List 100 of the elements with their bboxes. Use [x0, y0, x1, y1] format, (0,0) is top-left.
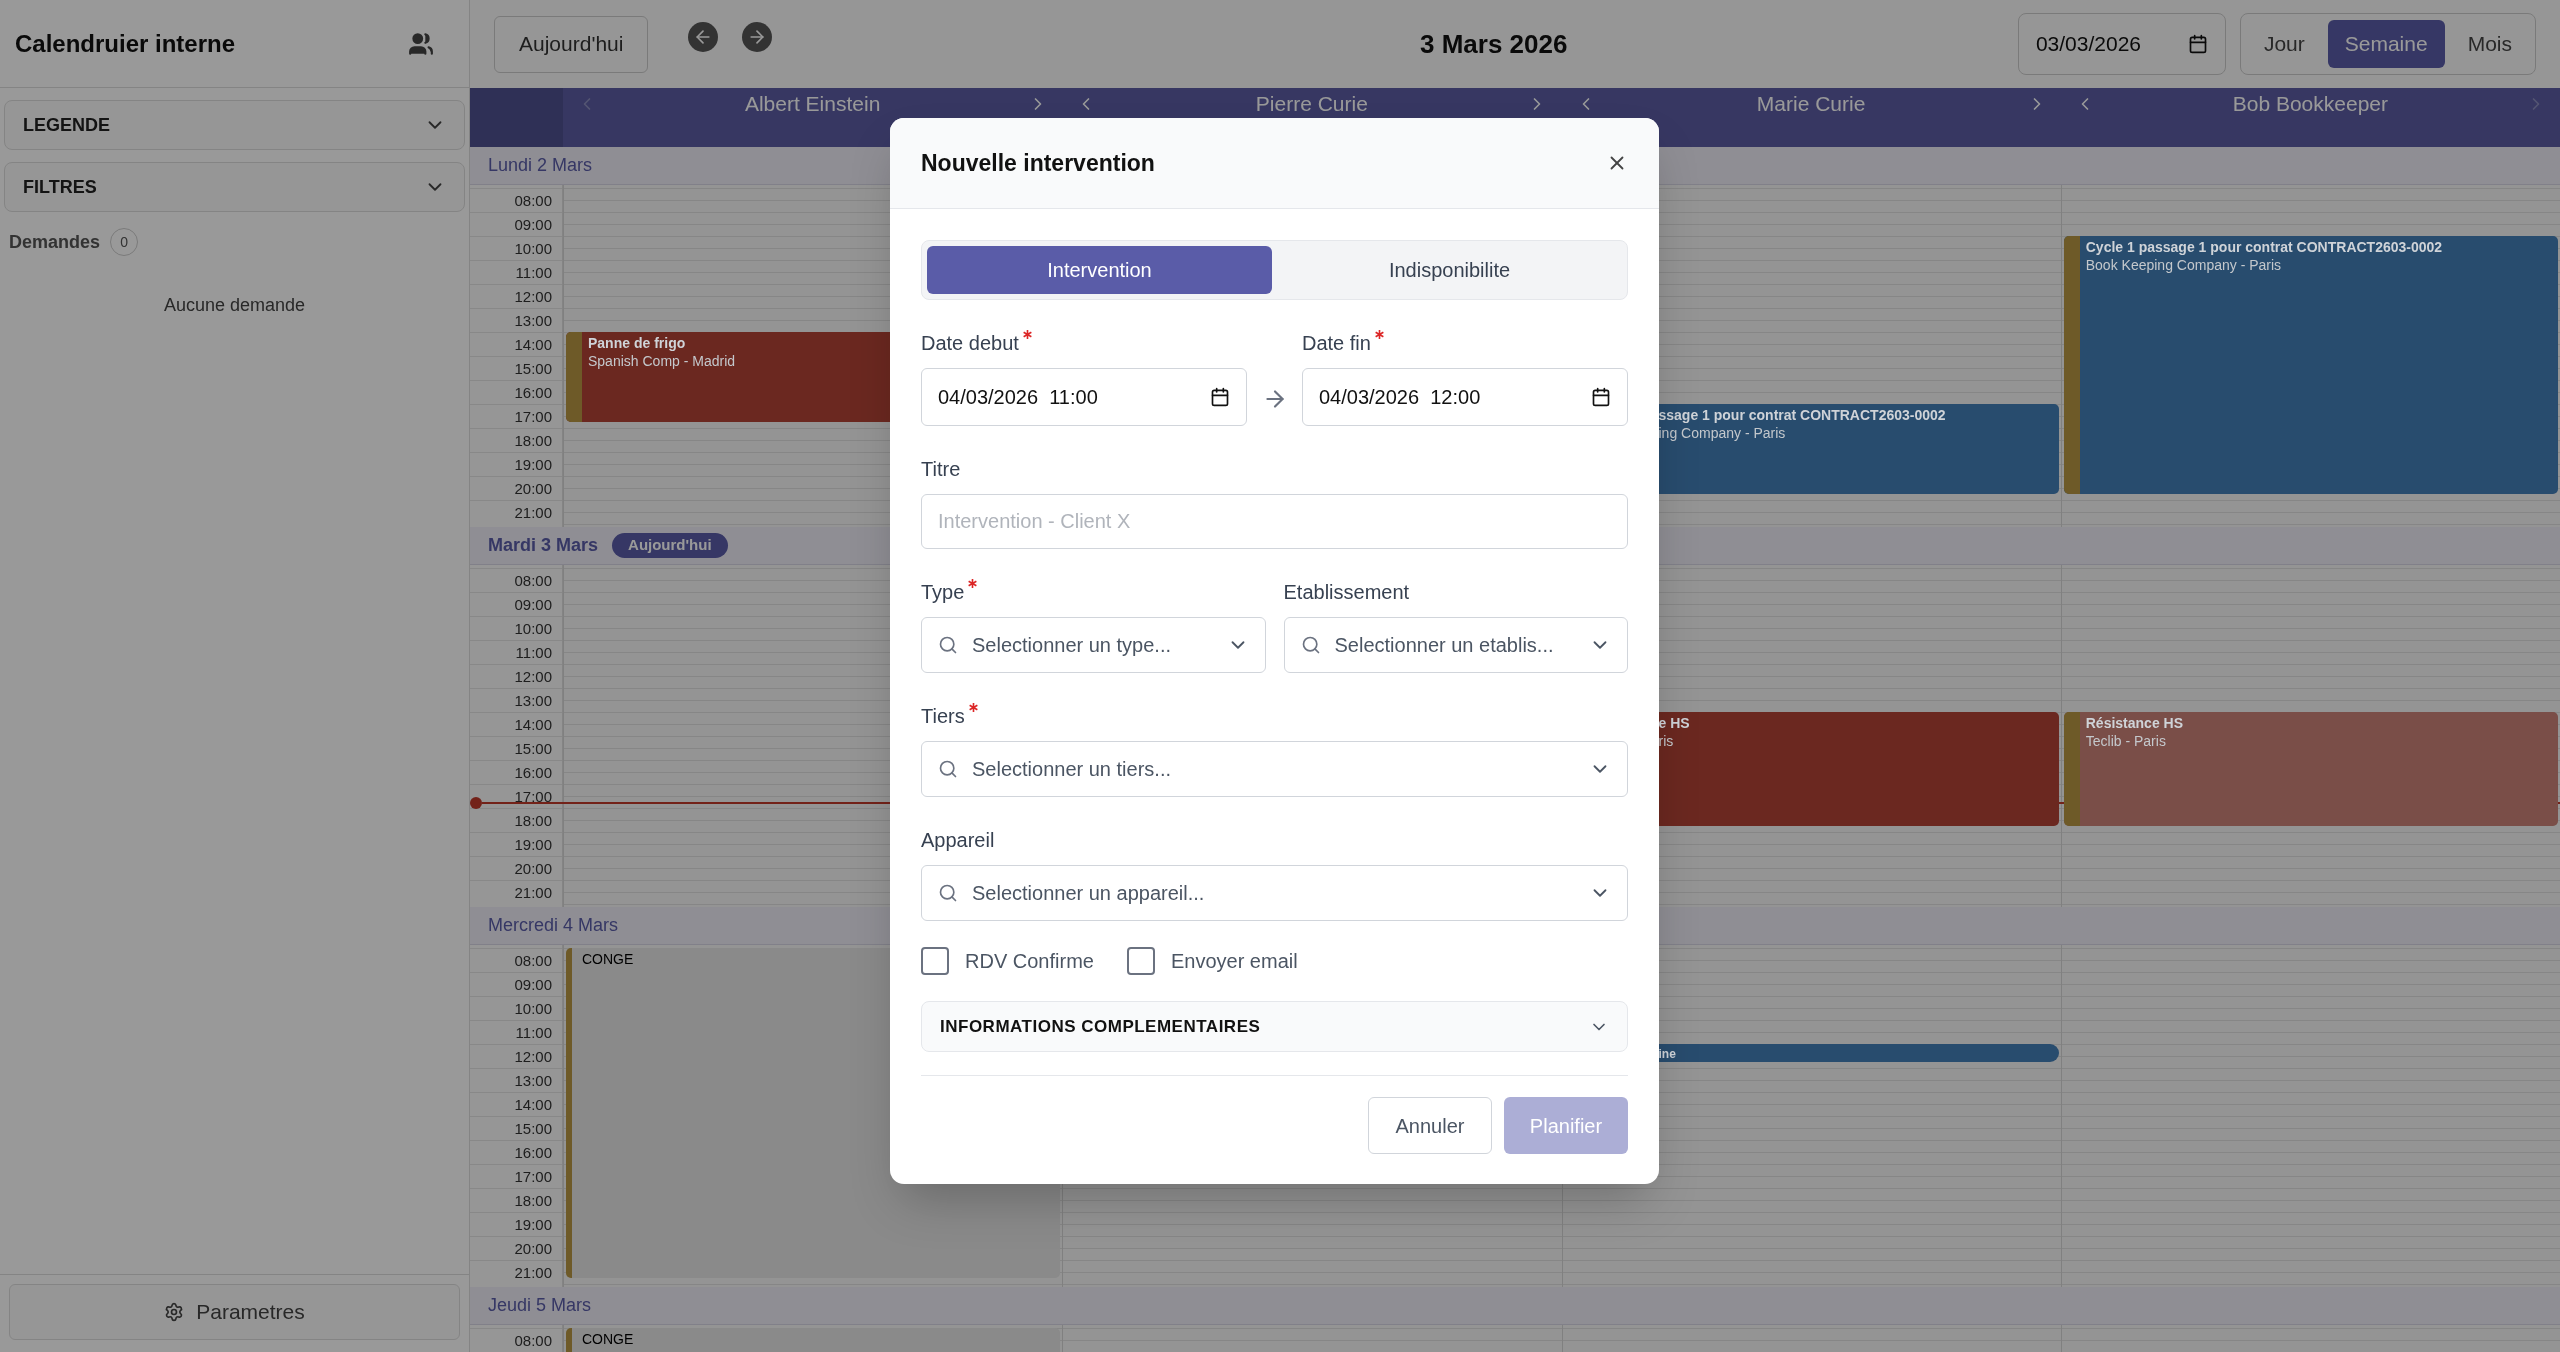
search-icon: [938, 635, 958, 655]
hour-label: 14:00: [470, 1092, 562, 1116]
date-field[interactable]: 04/03/2026 12:00: [1302, 368, 1628, 426]
day-label: Mardi 3 Mars: [488, 534, 599, 557]
field-label: Appareil: [921, 828, 996, 853]
hour-label: 17:00: [470, 404, 562, 428]
hour-label: 21:00: [470, 880, 562, 904]
select-field[interactable]: Selectionner un appareil...: [921, 865, 1628, 921]
event-card[interactable]: Cycle 1 passage 1 pour contrat CONTRACT2603-0002 Book Keeping Company - Paris: [2063, 236, 2558, 494]
view-tab[interactable]: Mois: [2450, 20, 2529, 68]
empty-message: Aucune demande: [162, 294, 307, 317]
search-icon: [938, 883, 958, 903]
hour-label: 18:00: [470, 428, 562, 452]
required-icon: [968, 579, 978, 588]
view-tab[interactable]: Jour: [2246, 20, 2322, 68]
hour-label: 18:00: [470, 808, 562, 832]
event-location: ing Company - Paris: [1658, 424, 1787, 442]
event-location: Book Keeping Company - Paris: [2085, 256, 2283, 274]
hour-label: 11:00: [470, 1020, 562, 1044]
hour-label: 08:00: [470, 188, 562, 212]
hour-label: 09:00: [470, 592, 562, 616]
required-icon: [968, 703, 978, 712]
calendar-icon: [2187, 34, 2208, 54]
select-placeholder: Selectionner un etablis...: [1334, 633, 1555, 658]
hour-label: 20:00: [470, 476, 562, 500]
hour-label: 18:00: [470, 1188, 562, 1212]
hour-label: 13:00: [470, 308, 562, 332]
event-card[interactable]: Résistance HS Teclib - Paris: [2063, 712, 2558, 826]
today-badge: Aujourd'hui: [612, 533, 728, 558]
required-icon: [1022, 330, 1032, 339]
dialog-tab[interactable]: Indisponibilite: [1277, 246, 1622, 294]
resource-name: Pierre Curie: [1255, 92, 1368, 116]
date-value: 04/03/2026 12:00: [1319, 385, 1482, 410]
hour-label: 20:00: [470, 1236, 562, 1260]
select-placeholder: Selectionner un type...: [972, 633, 1172, 658]
event-title: Résistance HS: [2085, 714, 2184, 732]
calendar-icon: [1591, 387, 1611, 407]
hour-label: 08:00: [470, 1328, 562, 1352]
event-title: ssage 1 pour contrat CONTRACT2603-0002: [1658, 406, 1946, 424]
dialog-tab[interactable]: Intervention: [927, 246, 1272, 294]
event-title: ine: [1658, 1046, 1676, 1062]
hour-label: 13:00: [470, 688, 562, 712]
accordion-header[interactable]: LEGENDE: [4, 100, 465, 150]
event-title: Cycle 1 passage 1 pour contrat CONTRACT2603-0002: [2085, 238, 2443, 256]
hour-label: 13:00: [470, 1068, 562, 1092]
day-label: Mercredi 4 Mars: [488, 914, 619, 937]
hour-label: 08:00: [470, 948, 562, 972]
hour-label: 09:00: [470, 972, 562, 996]
previous-button[interactable]: [688, 22, 719, 52]
event-location: ris: [1658, 732, 1675, 750]
settings-icon: [164, 1302, 185, 1322]
hour-label: 14:00: [470, 332, 562, 356]
hour-label: 16:00: [470, 760, 562, 784]
hour-label: 10:00: [470, 236, 562, 260]
field-label: Etablissement: [1283, 580, 1411, 605]
accordion-header[interactable]: FILTRES: [4, 162, 465, 212]
select-field[interactable]: Selectionner un type...: [921, 617, 1266, 673]
select-placeholder: Selectionner un tiers...: [972, 757, 1172, 782]
hour-label: 19:00: [470, 1212, 562, 1236]
dialog-title: Nouvelle intervention: [921, 148, 1155, 178]
today-button[interactable]: Aujourd'hui: [494, 15, 649, 73]
hour-label: 21:00: [470, 500, 562, 524]
search-icon: [938, 759, 958, 779]
required-icon: [1374, 330, 1384, 339]
cancel-button[interactable]: Annuler: [1368, 1097, 1492, 1154]
hour-label: 16:00: [470, 380, 562, 404]
period-title: 3 Mars 2026: [1420, 27, 1568, 61]
event-title: Panne de frigo: [588, 334, 687, 352]
checkbox[interactable]: [921, 947, 949, 975]
resource-name: Bob Bookkeeper: [2232, 92, 2388, 116]
select-field[interactable]: Selectionner un etablis...: [1283, 617, 1628, 673]
checkbox[interactable]: [1126, 947, 1155, 975]
users-icon[interactable]: [408, 30, 434, 57]
event-title: CONGE: [581, 1330, 634, 1348]
accordion-header[interactable]: INFORMATIONS COMPLEMENTAIRES: [921, 1001, 1628, 1052]
next-button[interactable]: [742, 22, 773, 52]
event-location: Teclib - Paris: [2085, 732, 2167, 750]
settings-button[interactable]: Parametres: [9, 1284, 460, 1340]
field-label: Date fin: [1302, 328, 1628, 358]
select-placeholder: Selectionner un appareil...: [972, 881, 1206, 906]
hour-label: 20:00: [470, 856, 562, 880]
hour-label: 19:00: [470, 452, 562, 476]
select-field[interactable]: Selectionner un tiers...: [921, 741, 1628, 797]
hour-label: 09:00: [470, 212, 562, 236]
view-tab[interactable]: Semaine: [2327, 20, 2445, 68]
hour-label: 15:00: [470, 356, 562, 380]
hour-label: 14:00: [470, 712, 562, 736]
checkbox-label: Envoyer email: [1170, 949, 1298, 974]
hour-label: 11:00: [470, 260, 562, 284]
leave-block[interactable]: CONGE: [566, 1328, 1061, 1352]
day-label: Jeudi 5 Mars: [488, 1294, 592, 1317]
title-field[interactable]: Intervention - Client X: [921, 494, 1628, 549]
resource-name: Albert Einstein: [744, 92, 881, 116]
hour-label: 17:00: [470, 1164, 562, 1188]
calendar-icon: [1210, 387, 1230, 407]
field-label: Type: [921, 577, 1266, 607]
hour-label: 19:00: [470, 832, 562, 856]
hour-label: 08:00: [470, 568, 562, 592]
date-field[interactable]: 03/03/2026: [2017, 13, 2226, 75]
date-field[interactable]: 04/03/2026 11:00: [921, 368, 1247, 426]
